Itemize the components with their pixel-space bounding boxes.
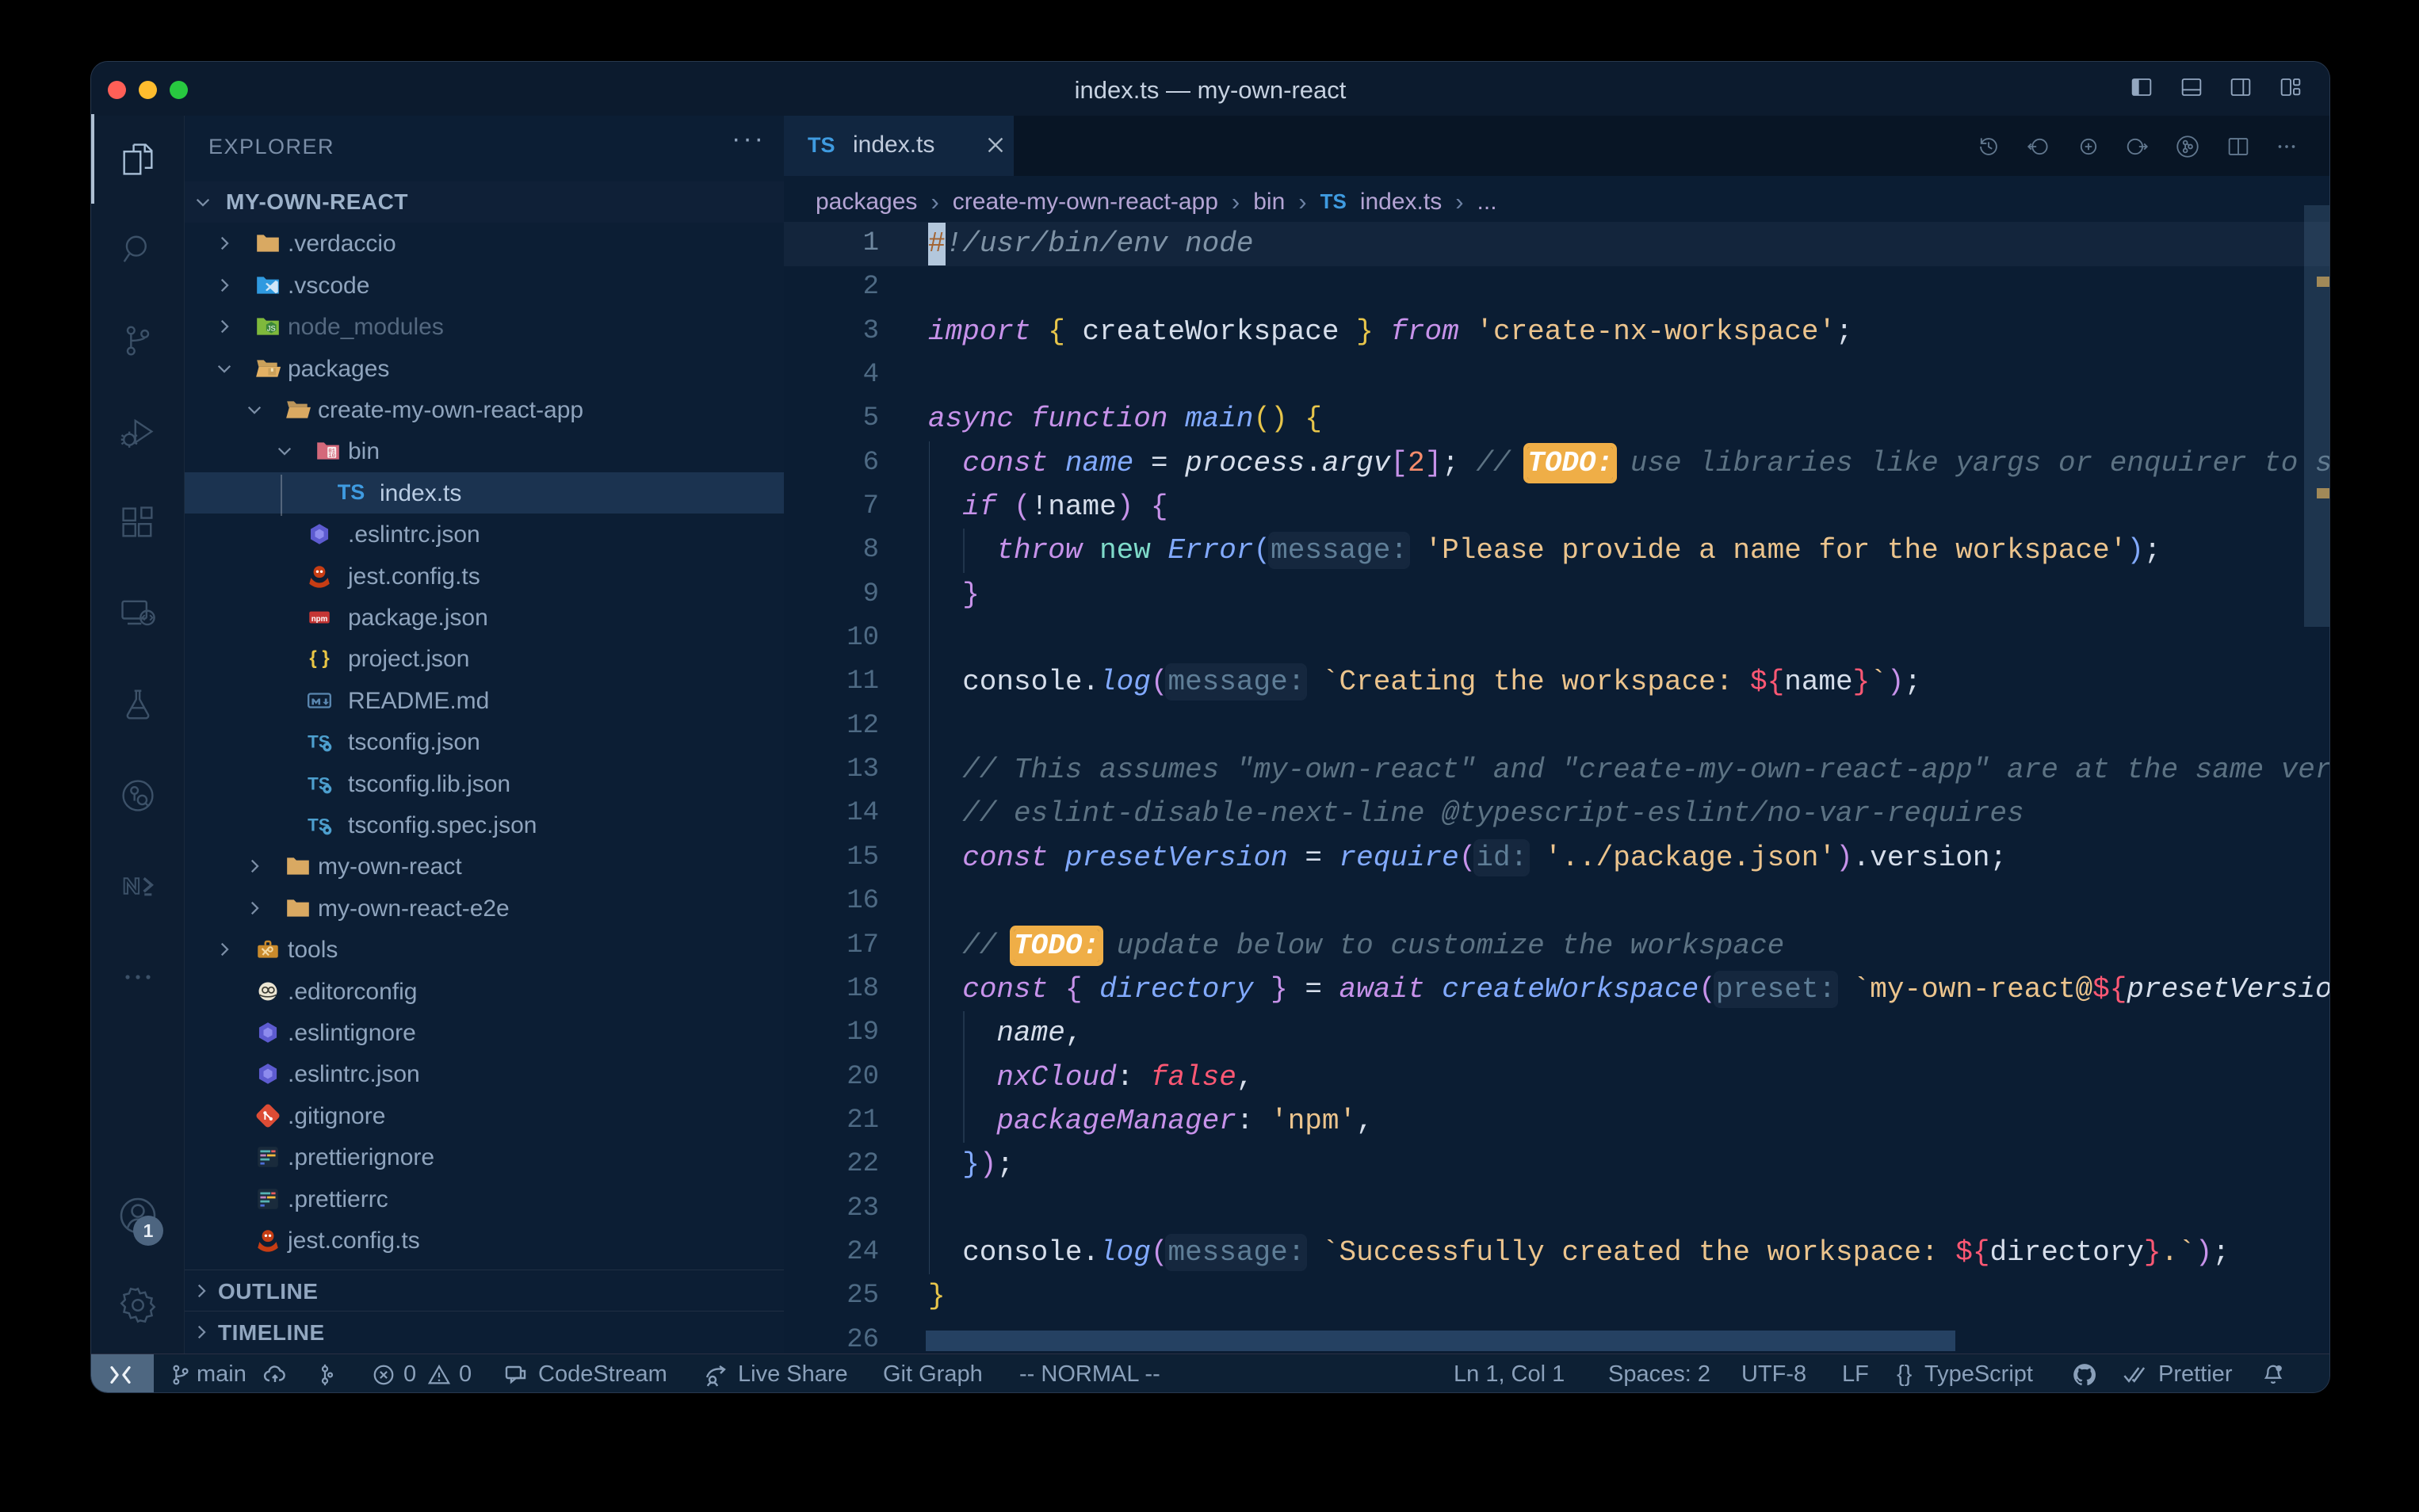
svg-text:10: 10 (328, 453, 335, 460)
svg-text:JS: JS (267, 325, 276, 333)
svg-text:npm: npm (311, 615, 328, 624)
